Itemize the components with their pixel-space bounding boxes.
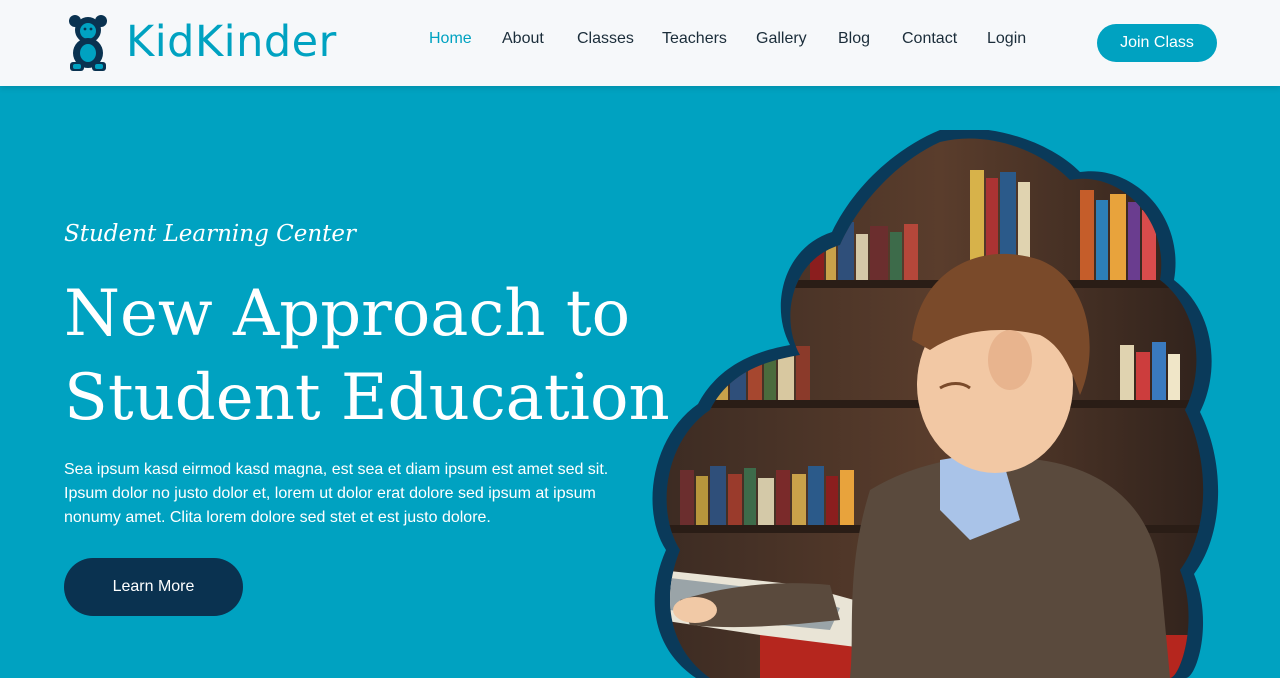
nav-gallery[interactable]: Gallery — [756, 30, 807, 48]
hero-subtitle: Student Learning Center — [64, 221, 356, 247]
nav-classes[interactable]: Classes — [577, 30, 634, 48]
join-class-button[interactable]: Join Class — [1097, 24, 1217, 62]
nav-teachers[interactable]: Teachers — [662, 30, 727, 48]
hero-title: New Approach to Student Education — [64, 272, 670, 440]
teddy-bear-icon — [69, 15, 107, 71]
nav-about[interactable]: About — [502, 30, 544, 48]
navbar: KidKinder Home About Classes Teachers Ga… — [0, 0, 1280, 86]
learn-more-button[interactable]: Learn More — [64, 558, 243, 616]
brand-logo-link[interactable]: KidKinder — [66, 12, 337, 72]
hero-description: Sea ipsum kasd eirmod kasd magna, est se… — [64, 461, 609, 526]
nav-blog[interactable]: Blog — [838, 30, 870, 48]
nav-home[interactable]: Home — [429, 30, 472, 48]
hero-title-line-2: Student Education — [64, 361, 670, 435]
brand-name: KidKinder — [126, 16, 337, 67]
nav-contact[interactable]: Contact — [902, 30, 957, 48]
nav-login[interactable]: Login — [987, 30, 1026, 48]
hero-title-line-1: New Approach to — [64, 277, 631, 351]
hero-image-boy-reading — [652, 130, 1218, 678]
